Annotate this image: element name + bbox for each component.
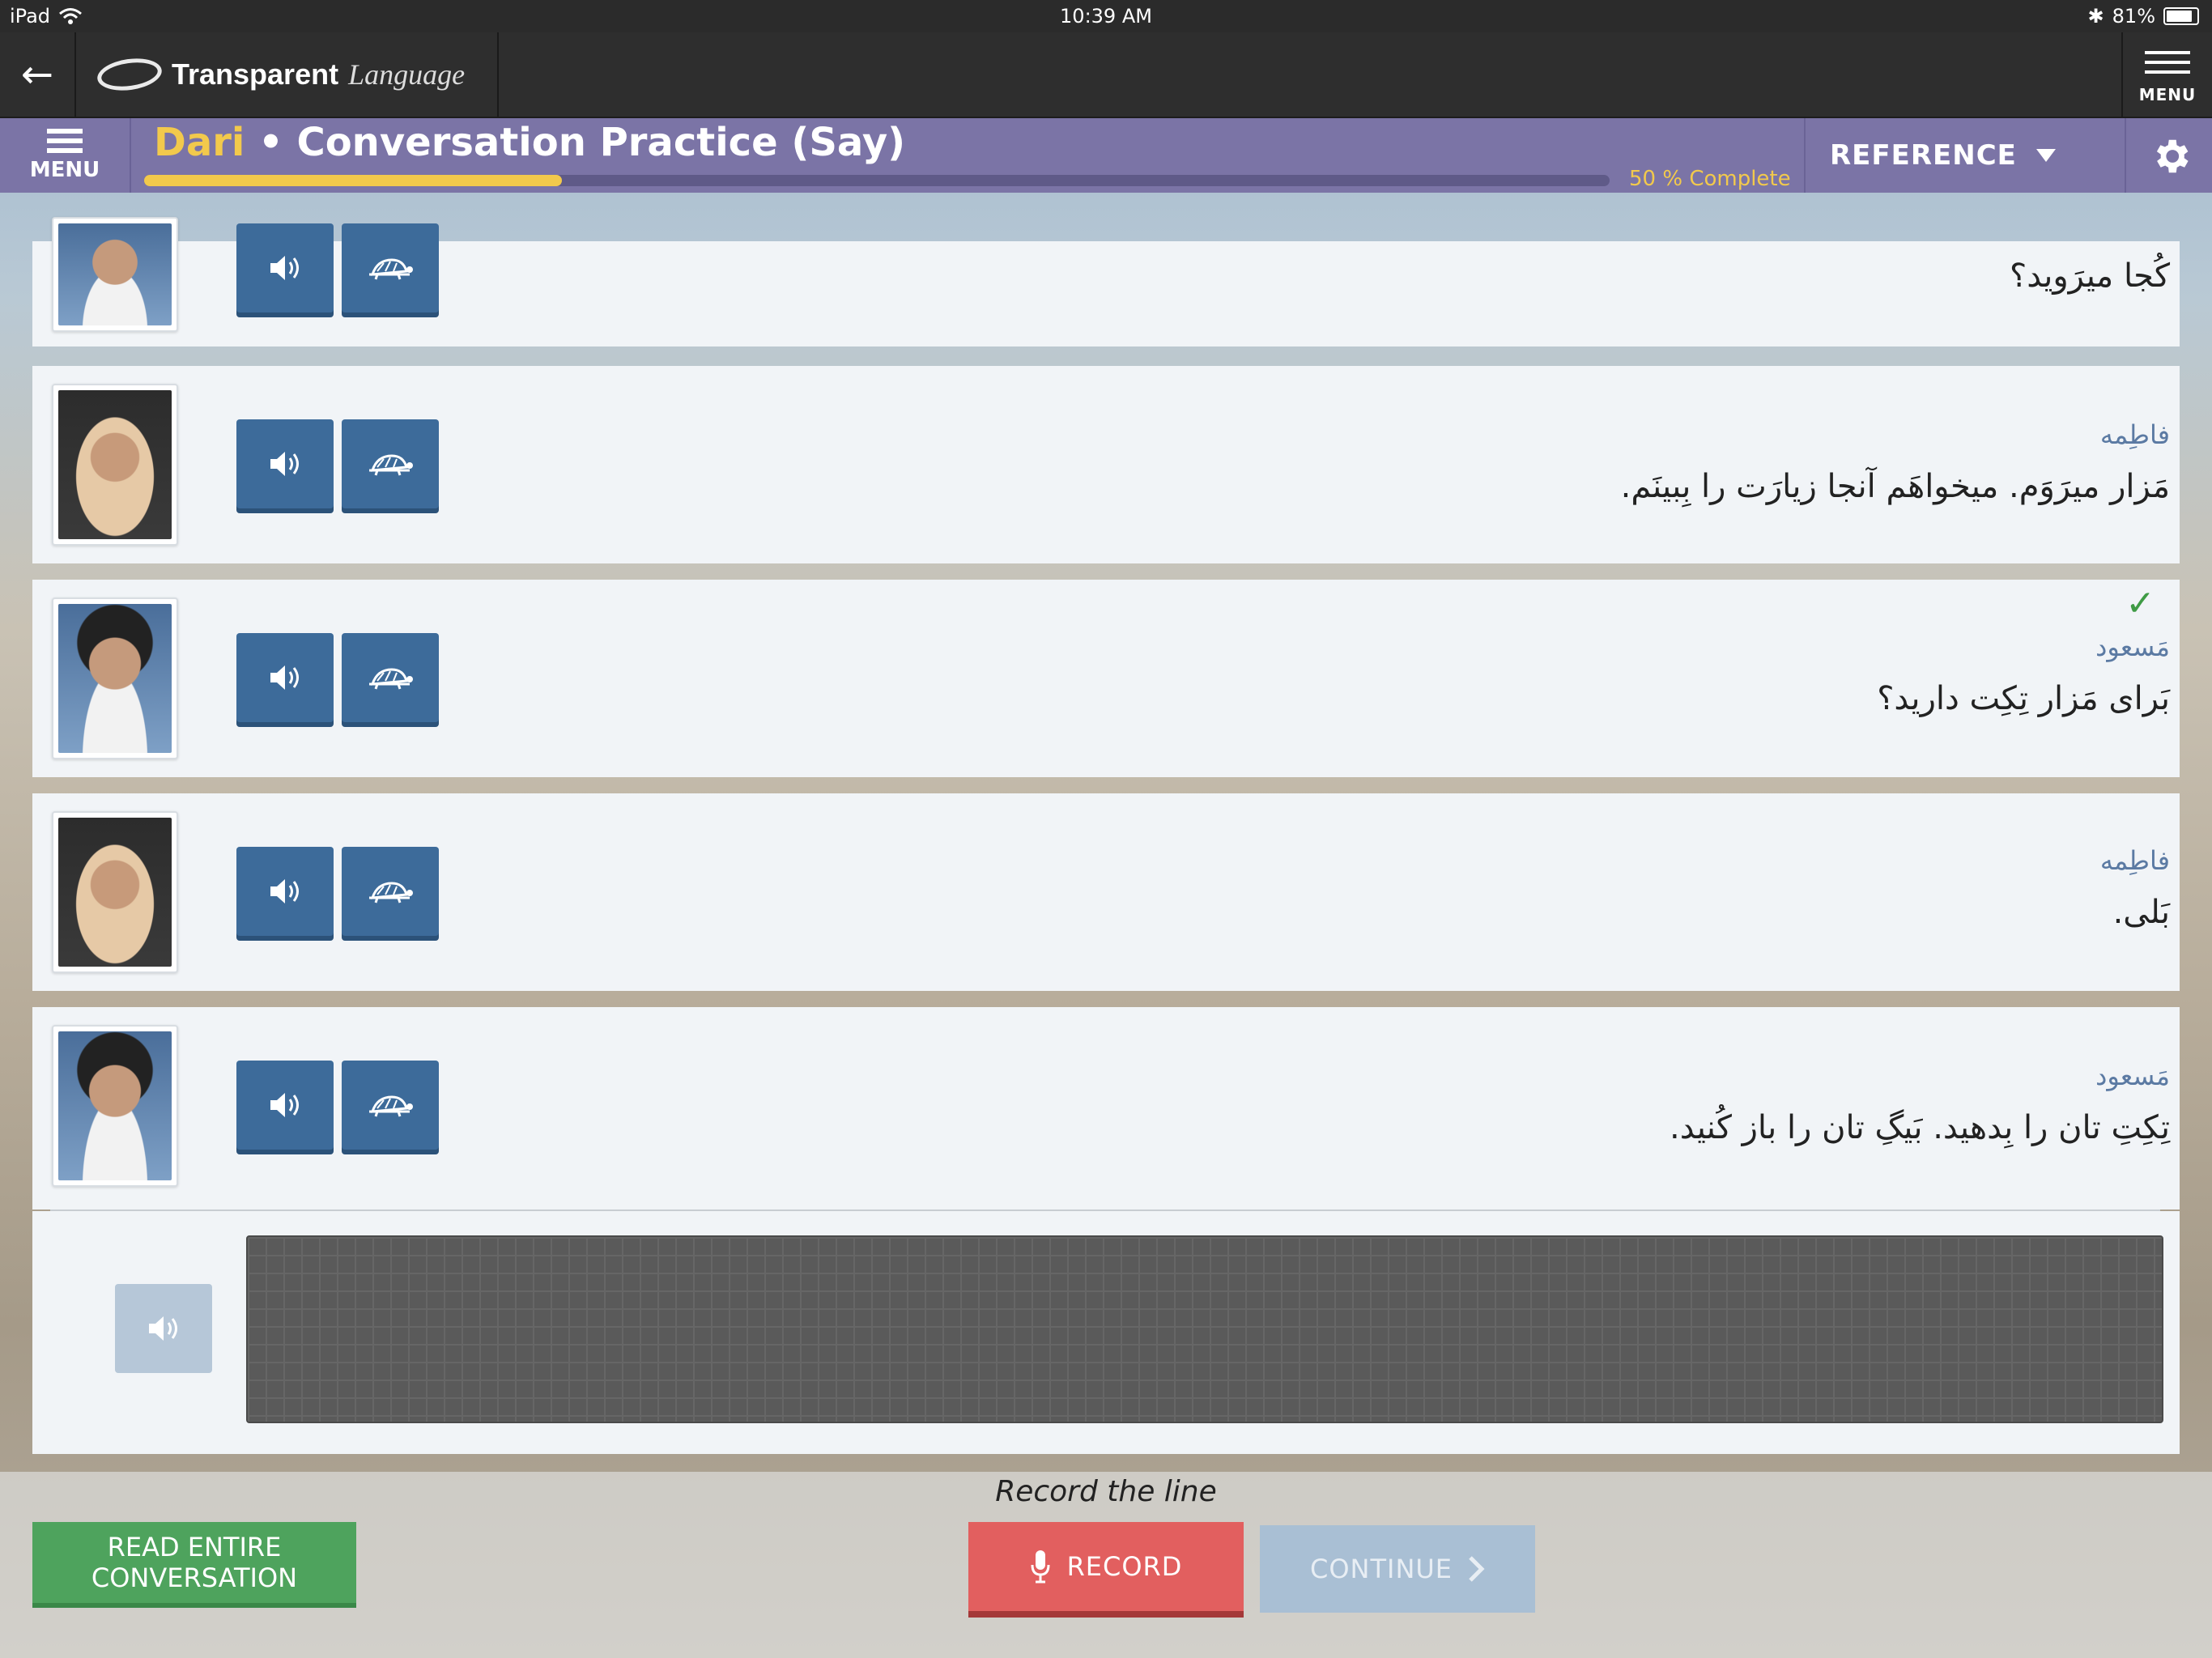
speaker-icon [270,1093,299,1117]
continue-button[interactable]: CONTINUE [1260,1525,1535,1613]
play-audio-button[interactable] [236,419,334,508]
continue-label: CONTINUE [1309,1554,1453,1584]
instruction-text: Record the line [995,1475,1217,1508]
bar-divider [1804,118,1806,193]
record-label: RECORD [1066,1551,1183,1582]
conversation-line: ✓ مَسعود بَرای مَزار تِکِت دارید؟ [32,580,2180,777]
main-menu-button[interactable]: MENU [2121,32,2212,117]
slow-audio-button[interactable] [342,633,439,722]
caret-down-icon [2035,149,2056,162]
dari-line-text: مَزار میرَوَم. میخواهَم آنجا زیارَت را ب… [1620,468,2170,505]
avatar-masoud [52,217,178,332]
title-language: Dari [154,120,245,165]
slow-audio-button[interactable] [342,419,439,508]
avatar-masoud [52,1025,178,1187]
page-title: Dari • Conversation Practice (Say) [154,120,905,165]
dari-line-text: کُجا میرَوید؟ [2009,257,2170,295]
conversation-line: فاطِمه بَلی. [32,793,2180,991]
microphone-icon [1031,1550,1050,1584]
gear-icon[interactable] [2149,134,2193,178]
speaker-name: مَسعود [2095,631,2170,662]
dari-line-text: بَرای مَزار تِکِت دارید؟ [1877,680,2170,717]
read-entire-conversation-button[interactable]: READ ENTIRE CONVERSATION [32,1522,356,1603]
lesson-menu-button[interactable]: MENU [0,118,131,193]
status-time: 10:39 AM [1060,5,1152,28]
turtle-icon [369,258,413,280]
reference-dropdown[interactable]: REFERENCE [1830,134,2105,176]
speaker-icon [270,452,299,476]
speaker-name: فاطِمه [2099,419,2170,450]
reference-label: REFERENCE [1830,139,2017,172]
read-entire-label: READ ENTIRE CONVERSATION [91,1532,298,1593]
dari-line-text: بَلی. [2112,894,2170,931]
recorder-divider [50,1209,2160,1211]
turtle-icon [369,1095,413,1117]
waveform-display [246,1235,2163,1423]
lesson-menu-label: MENU [29,158,100,182]
header-divider [497,32,499,117]
logo-ring-icon [95,54,164,95]
bluetooth-icon: ✱ [2087,5,2104,28]
record-button[interactable]: RECORD [968,1522,1244,1611]
back-arrow-icon: ← [20,52,54,97]
back-button[interactable]: ← [0,32,76,117]
speaker-icon [270,879,299,903]
brand-name-italic: Language [348,58,466,91]
hamburger-icon [2145,45,2190,80]
turtle-icon [369,668,413,690]
list-icon [47,129,83,153]
play-audio-button[interactable] [236,223,334,312]
chevron-right-icon [1469,1556,1485,1582]
playback-recording-button[interactable] [115,1284,212,1373]
title-separator: • [245,120,297,165]
slow-audio-button[interactable] [342,1061,439,1150]
title-activity: Conversation Practice (Say) [296,120,906,165]
play-audio-button[interactable] [236,847,334,936]
lesson-bar: MENU Dari • Conversation Practice (Say) … [0,118,2212,193]
battery-icon [2163,7,2199,25]
speaker-icon [270,665,299,690]
app-header: ← Transparent Language MENU [0,32,2212,118]
speaker-name: فاطِمه [2099,845,2170,876]
slow-audio-button[interactable] [342,847,439,936]
status-bar: iPad 10:39 AM ✱ 81% [0,0,2212,32]
progress-bar [144,175,1610,186]
turtle-icon [369,882,413,903]
conversation-line-current: مَسعود تِکِتِ تان را بِدهید. بَیگِ تان ر… [32,1007,2180,1209]
battery-percent: 81% [2112,5,2155,28]
conversation-line: فاطِمه مَزار میرَوَم. میخواهَم آنجا زیار… [32,366,2180,563]
conversation-line: کُجا میرَوید؟ [32,217,2180,346]
avatar-fatima [52,384,178,546]
speaker-name: مَسعود [2095,1061,2170,1091]
play-audio-button[interactable] [236,1061,334,1150]
play-audio-button[interactable] [236,633,334,722]
avatar-fatima [52,811,178,973]
completed-check-icon: ✓ [2125,583,2155,624]
progress-text: 50 % Complete [1629,167,1791,191]
brand-name-bold: Transparent [172,57,339,91]
brand-logo: Transparent Language [95,50,466,99]
avatar-masoud [52,597,178,759]
main-menu-label: MENU [2138,85,2197,104]
dari-line-text: تِکِتِ تان را بِدهید. بَیگِ تان را باز ک… [1669,1109,2170,1146]
progress-fill [144,175,562,186]
turtle-icon [369,454,413,476]
speaker-icon [270,256,299,280]
slow-audio-button[interactable] [342,223,439,312]
speaker-icon [149,1316,177,1341]
bar-divider [2125,118,2126,193]
